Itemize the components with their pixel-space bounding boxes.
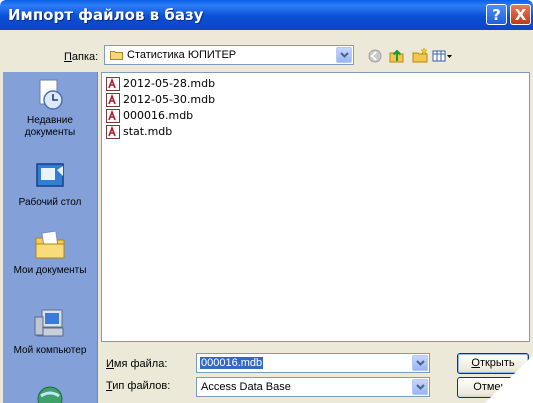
access-file-icon [106, 109, 120, 123]
lookin-label: Папка: [64, 51, 99, 63]
access-file-icon [106, 93, 120, 107]
place-my-computer[interactable]: Мой компьютер [3, 308, 97, 357]
filename-label: Имя файла: [106, 358, 168, 370]
places-bar: Недавние документы Рабочий стол Мои доку… [3, 72, 98, 403]
access-file-icon [106, 125, 120, 139]
filetype-dropdown-button[interactable] [412, 379, 428, 395]
filetype-label: Тип файлов: [106, 380, 171, 392]
close-button[interactable]: X [510, 4, 531, 25]
place-desktop[interactable]: Рабочий стол [3, 160, 97, 209]
filetype-value: Access Data Base [201, 381, 291, 393]
filename-value: 000016.mdb [200, 357, 264, 369]
my-computer-icon [34, 309, 64, 337]
help-button[interactable]: ? [486, 4, 507, 25]
page-corner-decoration [485, 355, 533, 403]
network-places-icon [37, 386, 63, 403]
views-menu-icon[interactable] [432, 47, 454, 65]
place-recent[interactable]: Недавние документы [3, 78, 97, 139]
filetype-select[interactable]: Access Data Base [196, 377, 430, 397]
folder-icon [110, 51, 123, 60]
window-title: Импорт файлов в базу [8, 6, 204, 24]
back-icon[interactable] [366, 47, 384, 65]
my-documents-icon [35, 230, 65, 259]
desktop-icon [36, 163, 64, 187]
chevron-down-icon [416, 360, 425, 366]
place-my-documents[interactable]: Мои документы [3, 228, 97, 277]
title-bar: Импорт файлов в базу ? X [0, 0, 533, 30]
chevron-down-icon [416, 384, 425, 390]
recent-documents-icon [39, 79, 63, 110]
filename-dropdown-button[interactable] [412, 355, 428, 371]
lookin-value: Статистика ЮПИТЕР [127, 49, 237, 61]
up-folder-icon[interactable] [388, 47, 406, 65]
chevron-down-icon [340, 52, 349, 58]
new-folder-icon[interactable] [412, 47, 430, 65]
filename-input[interactable]: 000016.mdb [196, 353, 430, 373]
lookin-dropdown-button[interactable] [336, 47, 352, 63]
access-file-icon [106, 77, 120, 91]
lookin-combobox[interactable]: Статистика ЮПИТЕР [104, 45, 354, 65]
place-network[interactable] [3, 382, 97, 403]
file-list[interactable]: 2012-05-28.mdb 2012-05-30.mdb 000016.mdb… [101, 72, 530, 342]
